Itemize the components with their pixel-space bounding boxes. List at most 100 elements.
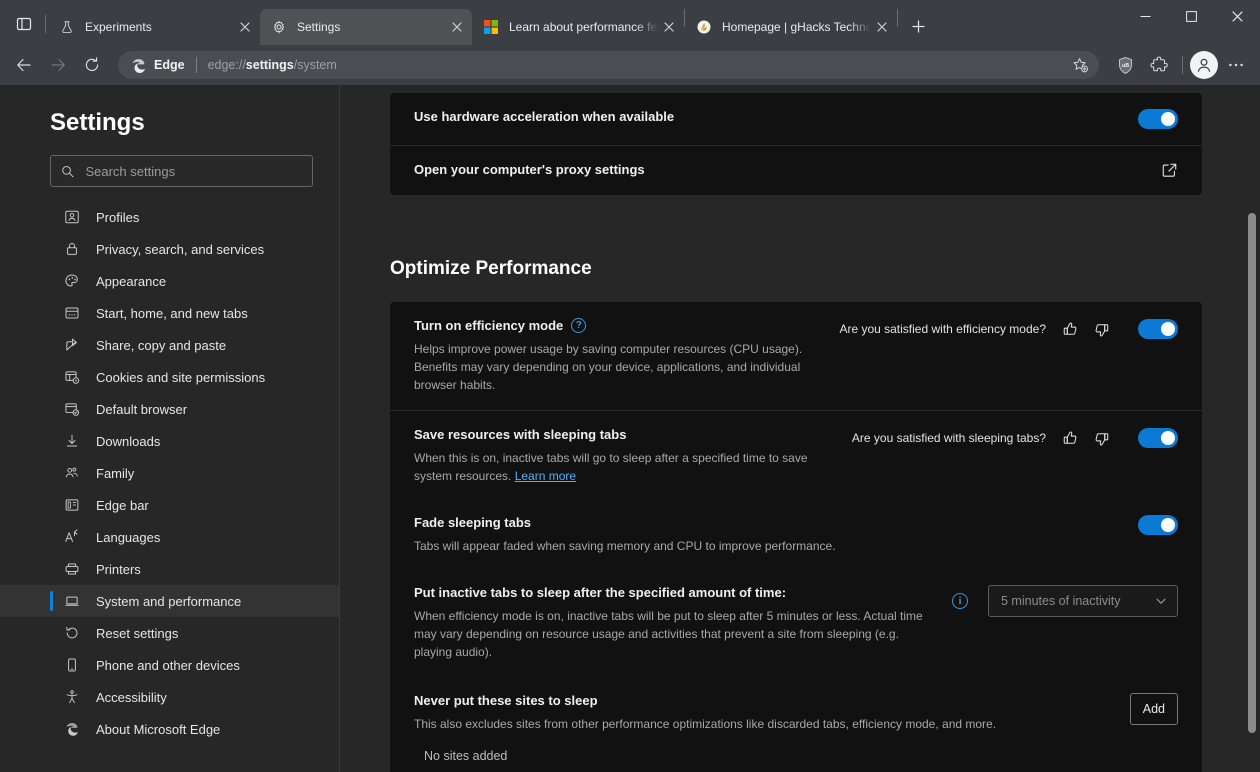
- back-arrow-icon: [15, 56, 33, 74]
- sidebar-item-share-copy-paste[interactable]: Share, copy and paste: [0, 329, 339, 361]
- close-window-button[interactable]: [1214, 0, 1260, 32]
- sidebar-item-languages[interactable]: Languages: [0, 521, 339, 553]
- sidebar-item-downloads[interactable]: Downloads: [0, 425, 339, 457]
- extensions-button[interactable]: [1143, 49, 1175, 81]
- tab-title: Learn about performance featur: [509, 20, 658, 34]
- sidebar-item-label: System and performance: [96, 594, 241, 609]
- sidebar-item-system-and-performance[interactable]: System and performance: [0, 585, 339, 617]
- inactive-tabs-timer-row: Put inactive tabs to sleep after the spe…: [390, 571, 1202, 677]
- thumbs-up-icon[interactable]: [1059, 318, 1081, 340]
- section-title-optimize-performance: Optimize Performance: [390, 258, 1260, 280]
- edge-bar-icon: [63, 496, 81, 514]
- forward-button[interactable]: [42, 49, 74, 81]
- search-input[interactable]: [85, 164, 302, 179]
- setting-description: This also excludes sites from other perf…: [414, 715, 1034, 733]
- sidebar-item-label: Printers: [96, 562, 141, 577]
- proxy-settings-row[interactable]: Open your computer's proxy settings: [390, 145, 1202, 195]
- help-circle-icon[interactable]: ?: [571, 318, 586, 333]
- thumbs-down-icon[interactable]: [1090, 318, 1112, 340]
- sidebar-item-family[interactable]: Family: [0, 457, 339, 489]
- add-favorite-icon[interactable]: [1067, 53, 1093, 77]
- tab-close-button[interactable]: [234, 16, 256, 38]
- toggle-knob: [1161, 431, 1175, 445]
- tab-actions-button[interactable]: [9, 9, 39, 39]
- lock-icon: [63, 240, 81, 258]
- inactive-tabs-timer-dropdown[interactable]: 5 minutes of inactivity: [988, 585, 1178, 617]
- learn-more-link[interactable]: Learn more: [515, 469, 576, 483]
- new-tab-button[interactable]: [903, 11, 933, 41]
- palette-icon: [63, 272, 81, 290]
- tab-close-button[interactable]: [871, 16, 893, 38]
- sidebar-item-reset-settings[interactable]: Reset settings: [0, 617, 339, 649]
- sleeping-tabs-toggle[interactable]: [1138, 428, 1178, 448]
- profile-avatar[interactable]: [1190, 51, 1218, 79]
- edge-logo-icon: [130, 57, 147, 74]
- efficiency-mode-toggle[interactable]: [1138, 319, 1178, 339]
- url-prefix: edge://: [208, 58, 246, 72]
- content-top-spacer: [390, 85, 1260, 93]
- sidebar-item-printers[interactable]: Printers: [0, 553, 339, 585]
- setting-title: Never put these sites to sleep: [414, 693, 1110, 708]
- tab-close-button[interactable]: [658, 16, 680, 38]
- refresh-button[interactable]: [76, 49, 108, 81]
- sidebar-item-label: Languages: [96, 530, 160, 545]
- tab-close-button[interactable]: [446, 16, 468, 38]
- info-circle-icon[interactable]: i: [952, 593, 968, 609]
- settings-and-more-button[interactable]: [1220, 49, 1252, 81]
- sidebar-item-about-microsoft-edge[interactable]: About Microsoft Edge: [0, 713, 339, 745]
- sidebar-item-cookies[interactable]: Cookies and site permissions: [0, 361, 339, 393]
- toolbar-divider: [1182, 56, 1183, 74]
- browser-tab[interactable]: Homepage | gHacks Technology: [685, 9, 897, 45]
- browser-check-icon: [63, 400, 81, 418]
- tab-actions-icon: [16, 16, 32, 32]
- accessibility-icon: [63, 688, 81, 706]
- setting-title: Fade sleeping tabs: [414, 515, 1101, 530]
- setting-title: Put inactive tabs to sleep after the spe…: [414, 585, 932, 600]
- sidebar-item-appearance[interactable]: Appearance: [0, 265, 339, 297]
- hardware-acceleration-toggle[interactable]: [1138, 109, 1178, 129]
- sidebar-item-phone-and-other-devices[interactable]: Phone and other devices: [0, 649, 339, 681]
- family-people-icon: [63, 464, 81, 482]
- ublock-shield-button[interactable]: uB: [1109, 49, 1141, 81]
- content-scrollbar[interactable]: [1248, 213, 1256, 733]
- browser-tab-active[interactable]: Settings: [260, 9, 472, 45]
- browser-tab[interactable]: Experiments: [48, 9, 260, 45]
- setting-description: Helps improve power usage by saving comp…: [414, 340, 819, 394]
- add-site-button[interactable]: Add: [1130, 693, 1178, 725]
- setting-title: Save resources with sleeping tabs: [414, 427, 832, 442]
- maximize-button[interactable]: [1168, 0, 1214, 32]
- sidebar-item-label: Edge bar: [96, 498, 149, 513]
- sidebar-item-label: Phone and other devices: [96, 658, 240, 673]
- thumbs-down-icon[interactable]: [1090, 427, 1112, 449]
- address-bar[interactable]: Edge edge://settings/system: [118, 51, 1099, 79]
- sidebar-item-default-browser[interactable]: Default browser: [0, 393, 339, 425]
- phone-icon: [63, 656, 81, 674]
- back-button[interactable]: [8, 49, 40, 81]
- tab-title: Settings: [297, 20, 446, 34]
- minimize-button[interactable]: [1122, 0, 1168, 32]
- sidebar-item-profiles[interactable]: Profiles: [0, 201, 339, 233]
- efficiency-mode-row: Turn on efficiency mode ? Helps improve …: [390, 302, 1202, 410]
- cookie-settings-icon: [63, 368, 81, 386]
- sidebar-item-edge-bar[interactable]: Edge bar: [0, 489, 339, 521]
- hardware-acceleration-row: Use hardware acceleration when available: [390, 93, 1202, 145]
- sleeping-tabs-row: Save resources with sleeping tabs When t…: [390, 410, 1202, 501]
- sidebar-item-privacy[interactable]: Privacy, search, and services: [0, 233, 339, 265]
- printer-icon: [63, 560, 81, 578]
- sidebar-item-start-home-newtabs[interactable]: Start, home, and new tabs: [0, 297, 339, 329]
- tab-strip: Experiments Settings: [48, 0, 1122, 45]
- browser-toolbar: Edge edge://settings/system uB: [0, 45, 1260, 85]
- share-icon: [63, 336, 81, 354]
- sleeping-tabs-feedback-question: Are you satisfied with sleeping tabs?: [852, 431, 1046, 445]
- sidebar-item-label: Accessibility: [96, 690, 167, 705]
- sidebar-item-label: Start, home, and new tabs: [96, 306, 248, 321]
- browser-tab[interactable]: Learn about performance featur: [472, 9, 684, 45]
- fade-sleeping-tabs-toggle[interactable]: [1138, 515, 1178, 535]
- edge-brand-label: Edge: [154, 58, 185, 72]
- svg-text:uB: uB: [1121, 63, 1128, 69]
- profile-card-icon: [63, 208, 81, 226]
- sidebar-item-accessibility[interactable]: Accessibility: [0, 681, 339, 713]
- thumbs-up-icon[interactable]: [1059, 427, 1081, 449]
- search-settings-box[interactable]: [50, 155, 313, 187]
- download-arrow-icon: [63, 432, 81, 450]
